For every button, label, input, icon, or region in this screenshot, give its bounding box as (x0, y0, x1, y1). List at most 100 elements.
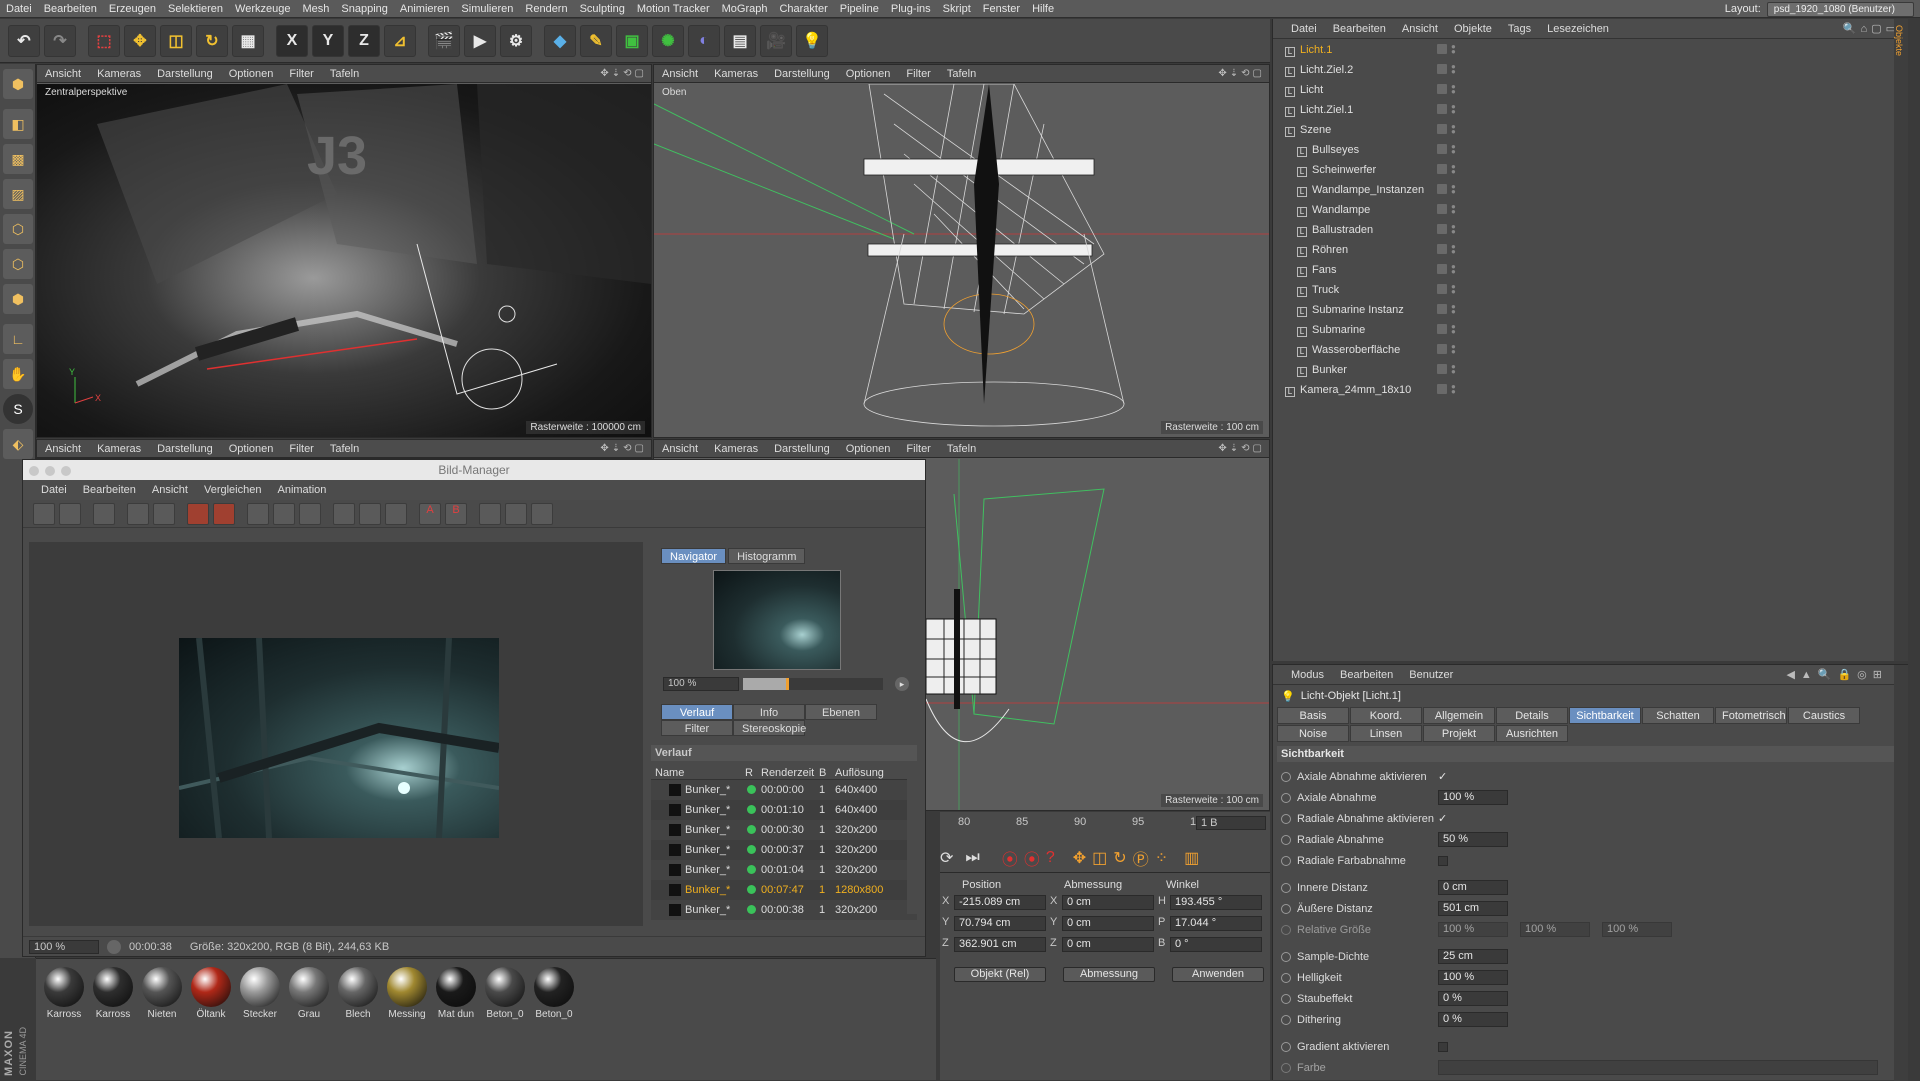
viewport-menu-item[interactable]: Tafeln (322, 440, 367, 458)
diff-icon[interactable] (531, 502, 553, 525)
visibility-dots[interactable]: ● ● (1451, 83, 1456, 96)
animate-radio[interactable] (1281, 924, 1291, 935)
object-name[interactable]: Scheinwerfer (1312, 164, 1376, 176)
tab-histogram[interactable]: Histogramm (728, 548, 806, 564)
material-swatch[interactable]: Blech (334, 967, 382, 1020)
visibility-dots[interactable]: ● ● (1451, 103, 1456, 116)
object-name[interactable]: Röhren (1312, 244, 1348, 256)
viewport-menu-item[interactable]: Kameras (706, 65, 766, 83)
goto-end-icon[interactable]: ⏭ (965, 849, 979, 867)
key-position-icon[interactable]: ✥ (1073, 848, 1086, 868)
object-name[interactable]: Bullseyes (1312, 144, 1359, 156)
record-icon[interactable]: ⦿ (1002, 846, 1018, 870)
tab-history[interactable]: Verlauf (661, 704, 733, 720)
stereo-icon[interactable] (333, 502, 355, 525)
current-frame-field[interactable]: 1 B (1196, 816, 1266, 830)
polygons-mode-icon[interactable]: ⬢ (3, 284, 33, 314)
tab-ausrichten[interactable]: Ausrichten (1496, 725, 1568, 742)
object-name[interactable]: Wasseroberfläche (1312, 344, 1400, 356)
mograph-cloner-icon[interactable]: ✺ (652, 24, 684, 57)
apply-button[interactable]: Anwenden (1172, 967, 1264, 982)
menu-item-6[interactable]: Snapping (335, 0, 394, 18)
viewport-menu-item[interactable]: Ansicht (37, 440, 89, 458)
animate-radio[interactable] (1281, 882, 1291, 893)
tab-fotometrisch[interactable]: Fotometrisch (1715, 707, 1787, 724)
menu-item-3[interactable]: Selektieren (162, 0, 229, 18)
floor-icon[interactable]: ▤ (724, 24, 756, 57)
am-menu-item[interactable]: Benutzer (1401, 665, 1461, 685)
material-swatch[interactable]: Nieten (138, 967, 186, 1020)
visibility-dots[interactable]: ● ● (1451, 203, 1456, 216)
open-icon[interactable] (33, 502, 55, 525)
zoom-window-button[interactable] (61, 466, 71, 476)
relative-size-field[interactable]: 100 % (1438, 922, 1508, 937)
object-row[interactable]: L Scheinwerfer ● ● (1273, 161, 1908, 181)
material-swatch[interactable]: Stecker (236, 967, 284, 1020)
viewport-menu-item[interactable]: Tafeln (939, 440, 984, 458)
render-picture-viewer-icon[interactable]: ▶ (464, 24, 496, 57)
object-name[interactable]: Licht.Ziel.2 (1300, 64, 1353, 76)
animate-radio[interactable] (1281, 1014, 1291, 1025)
coord-ang-field[interactable]: 17.044 ° (1170, 916, 1262, 931)
timeline-window-icon[interactable]: ▥ (1184, 848, 1199, 868)
grid-icon[interactable] (93, 502, 115, 525)
attribute-checkbox[interactable]: ✓ (1438, 770, 1447, 783)
material-swatch[interactable]: Beton_0 (530, 967, 578, 1020)
layout-dropdown[interactable]: psd_1920_1080 (Benutzer) (1766, 1, 1914, 17)
object-name[interactable]: Szene (1300, 124, 1331, 136)
material-swatch[interactable]: Grau (285, 967, 333, 1020)
layer-swatch[interactable] (1437, 124, 1447, 134)
model-mode-icon[interactable]: ◧ (3, 109, 33, 139)
visibility-dots[interactable]: ● ● (1451, 243, 1456, 256)
select-tool-icon[interactable]: ⬚ (88, 24, 120, 57)
scale-tool-icon[interactable]: ◫ (160, 24, 192, 57)
viewport-menu-item[interactable]: Darstellung (766, 65, 838, 83)
object-row[interactable]: L Wasseroberfläche ● ● (1273, 341, 1908, 361)
layer-swatch[interactable] (1437, 244, 1447, 254)
menu-item-16[interactable]: Skript (937, 0, 977, 18)
layer-swatch[interactable] (1437, 204, 1447, 214)
viewport-nav-icons[interactable]: ✥⇣⟲▢ (1218, 443, 1265, 454)
z-axis-lock-button[interactable]: Z (348, 24, 380, 57)
subdivision-icon[interactable]: ▣ (616, 24, 648, 57)
layer-swatch[interactable] (1437, 324, 1447, 334)
edges-mode-icon[interactable]: ⬡ (3, 249, 33, 279)
object-name[interactable]: Wandlampe_Instanzen (1312, 184, 1424, 196)
viewport-menu-item[interactable]: Ansicht (654, 440, 706, 458)
viewport-menu-item[interactable]: Darstellung (149, 440, 221, 458)
layer-swatch[interactable] (1437, 364, 1447, 374)
viewport-menu-item[interactable]: Darstellung (149, 65, 221, 83)
layer-swatch[interactable] (1437, 144, 1447, 154)
menu-item-1[interactable]: Bearbeiten (38, 0, 103, 18)
viewport-menu-item[interactable]: Optionen (221, 65, 282, 83)
visibility-dots[interactable]: ● ● (1451, 283, 1456, 296)
history-row[interactable]: Bunker_* 00:00:00 1 640x400 (651, 780, 917, 800)
animate-radio[interactable] (1281, 951, 1291, 962)
viewport-perspective[interactable]: Ansicht Kameras Darstellung Optionen Filter T… (36, 64, 652, 438)
om-menu-item[interactable]: Objekte (1446, 19, 1500, 39)
navigator-zoom-field[interactable]: 100 % (663, 677, 739, 691)
viewport-menu-item[interactable]: Kameras (89, 65, 149, 83)
key-param-icon[interactable]: Ⓟ (1133, 846, 1149, 870)
texture-mode-icon[interactable]: ▩ (3, 144, 33, 174)
material-swatch[interactable]: Mat dun (432, 967, 480, 1020)
split-v-icon[interactable] (505, 502, 527, 525)
pen-icon[interactable]: ✎ (580, 24, 612, 57)
fit-icon[interactable] (127, 502, 149, 525)
attribute-value-field[interactable]: 25 cm (1438, 949, 1508, 964)
object-name[interactable]: Licht (1300, 84, 1323, 96)
animate-radio[interactable] (1281, 834, 1291, 845)
object-name[interactable]: Licht.Ziel.1 (1300, 104, 1353, 116)
navigator-zoom-slider[interactable] (743, 678, 883, 690)
animate-radio[interactable] (1281, 771, 1291, 782)
coordinate-system-icon[interactable]: ⊿ (384, 24, 416, 57)
layer-swatch[interactable] (1437, 284, 1447, 294)
render-settings-icon[interactable]: ⚙ (500, 24, 532, 57)
tab-caustics[interactable]: Caustics (1788, 707, 1860, 724)
object-row[interactable]: L Wandlampe ● ● (1273, 201, 1908, 221)
animate-radio[interactable] (1281, 972, 1291, 983)
object-name[interactable]: Licht.1 (1300, 44, 1332, 56)
object-name[interactable]: Truck (1312, 284, 1339, 296)
tab-navigator[interactable]: Navigator (661, 548, 727, 564)
axis-mode-icon[interactable]: ∟ (3, 324, 33, 354)
